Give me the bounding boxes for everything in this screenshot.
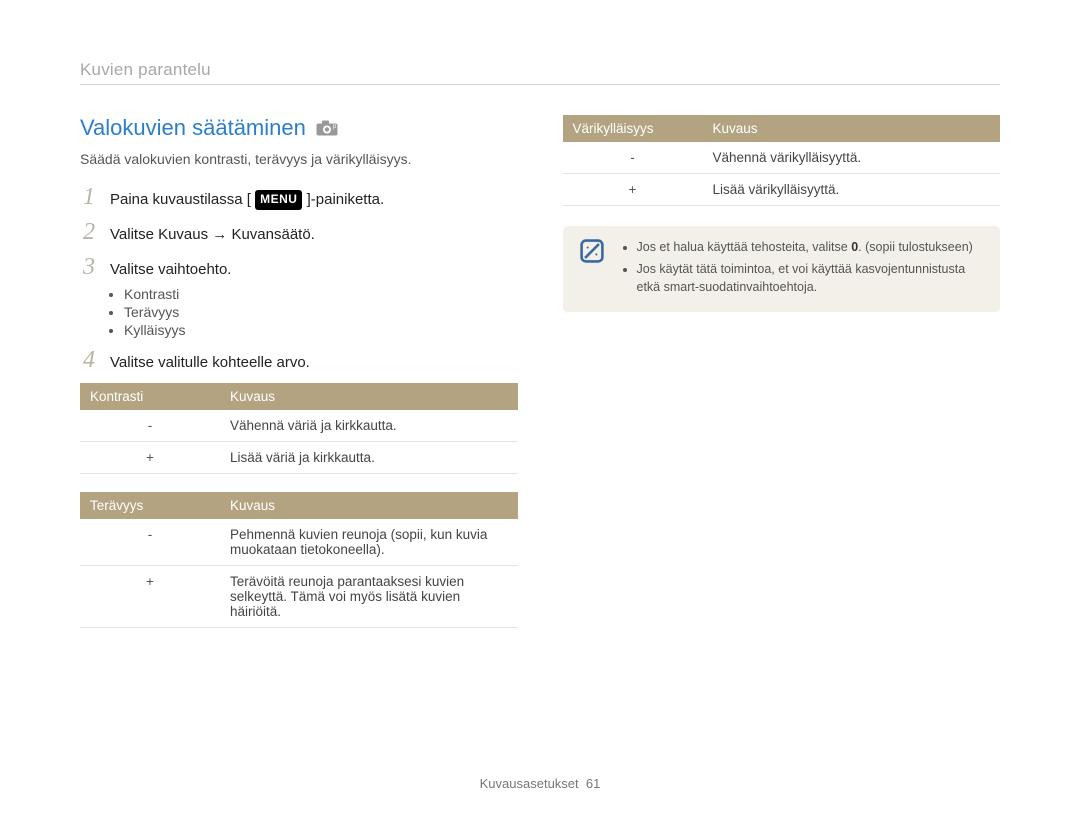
divider xyxy=(80,84,1000,85)
cell-symbol: + xyxy=(563,174,703,206)
step-3: 3 Valitse vaihtoehto. xyxy=(80,255,518,280)
cell-symbol: - xyxy=(563,142,703,174)
table-row: + Lisää väriä ja kirkkautta. xyxy=(80,442,518,474)
cell-desc: Pehmennä kuvien reunoja (sopii, kun kuvi… xyxy=(220,519,518,566)
table-row: - Pehmennä kuvien reunoja (sopii, kun ku… xyxy=(80,519,518,566)
info-icon xyxy=(579,238,605,300)
footer-label: Kuvausasetukset xyxy=(480,776,579,791)
table-row: - Vähennä värikylläisyyttä. xyxy=(563,142,1001,174)
step-number: 1 xyxy=(80,185,98,209)
table-teravyys: Terävyys Kuvaus - Pehmennä kuvien reunoj… xyxy=(80,492,518,628)
cell-desc: Lisää väriä ja kirkkautta. xyxy=(220,442,518,474)
step-text: Paina kuvaustilassa [ MENU ]-painiketta. xyxy=(110,189,518,210)
table-row: + Terävöitä reunoja parantaaksesi kuvien… xyxy=(80,566,518,628)
cell-desc: Vähennä värikylläisyyttä. xyxy=(703,142,1001,174)
breadcrumb: Kuvien parantelu xyxy=(80,60,1000,80)
bullet-kontrasti: Kontrasti xyxy=(124,286,518,302)
th-teravyys: Terävyys xyxy=(80,492,220,519)
cell-symbol: + xyxy=(80,566,220,628)
step-list: 1 Paina kuvaustilassa [ MENU ]-painikett… xyxy=(80,185,518,280)
cell-desc: Vähennä väriä ja kirkkautta. xyxy=(220,410,518,442)
bullet-teravyys: Terävyys xyxy=(124,304,518,320)
step-number: 2 xyxy=(80,220,98,244)
step-1: 1 Paina kuvaustilassa [ MENU ]-painikett… xyxy=(80,185,518,210)
step-text: Valitse vaihtoehto. xyxy=(110,259,518,280)
table-row: + Lisää värikylläisyyttä. xyxy=(563,174,1001,206)
table-varikyllaisyys: Värikylläisyys Kuvaus - Vähennä värikyll… xyxy=(563,115,1001,206)
page-footer: Kuvausasetukset 61 xyxy=(0,776,1080,791)
menu-button-icon: MENU xyxy=(255,190,302,210)
page-number: 61 xyxy=(586,776,600,791)
camera-icon: p xyxy=(316,120,338,136)
option-bullets: Kontrasti Terävyys Kylläisyys xyxy=(80,286,518,338)
left-column: Valokuvien säätäminen p Säädä valokuvien… xyxy=(80,115,518,646)
step-text: Valitse valitulle kohteelle arvo. xyxy=(110,352,518,373)
section-intro: Säädä valokuvien kontrasti, terävyys ja … xyxy=(80,151,518,167)
step-4: 4 Valitse valitulle kohteelle arvo. xyxy=(80,348,518,373)
step-list-4: 4 Valitse valitulle kohteelle arvo. xyxy=(80,348,518,373)
cell-symbol: - xyxy=(80,519,220,566)
cell-desc: Lisää värikylläisyyttä. xyxy=(703,174,1001,206)
step-text: Valitse Kuvaus → Kuvansäätö. xyxy=(110,224,518,245)
note-item: Jos et halua käyttää tehosteita, valitse… xyxy=(637,238,985,256)
cell-symbol: - xyxy=(80,410,220,442)
step-number: 3 xyxy=(80,255,98,279)
th-kuvaus: Kuvaus xyxy=(220,492,518,519)
th-varikyllaisyys: Värikylläisyys xyxy=(563,115,703,142)
cell-symbol: + xyxy=(80,442,220,474)
section-heading-text: Valokuvien säätäminen xyxy=(80,115,306,141)
info-note: Jos et halua käyttää tehosteita, valitse… xyxy=(563,226,1001,312)
note-item: Jos käytät tätä toimintoa, et voi käyttä… xyxy=(637,260,985,296)
step-number: 4 xyxy=(80,348,98,372)
manual-page: Kuvien parantelu Valokuvien säätäminen p… xyxy=(0,0,1080,815)
table-kontrasti: Kontrasti Kuvaus - Vähennä väriä ja kirk… xyxy=(80,383,518,474)
content-columns: Valokuvien säätäminen p Säädä valokuvien… xyxy=(80,115,1000,646)
th-kontrasti: Kontrasti xyxy=(80,383,220,410)
bullet-kyllaisyys: Kylläisyys xyxy=(124,322,518,338)
note-list: Jos et halua käyttää tehosteita, valitse… xyxy=(619,238,985,300)
right-column: Värikylläisyys Kuvaus - Vähennä värikyll… xyxy=(563,115,1001,646)
step-2: 2 Valitse Kuvaus → Kuvansäätö. xyxy=(80,220,518,245)
cell-desc: Terävöitä reunoja parantaaksesi kuvien s… xyxy=(220,566,518,628)
table-row: - Vähennä väriä ja kirkkautta. xyxy=(80,410,518,442)
section-heading: Valokuvien säätäminen p xyxy=(80,115,518,141)
th-kuvaus: Kuvaus xyxy=(220,383,518,410)
th-kuvaus: Kuvaus xyxy=(703,115,1001,142)
